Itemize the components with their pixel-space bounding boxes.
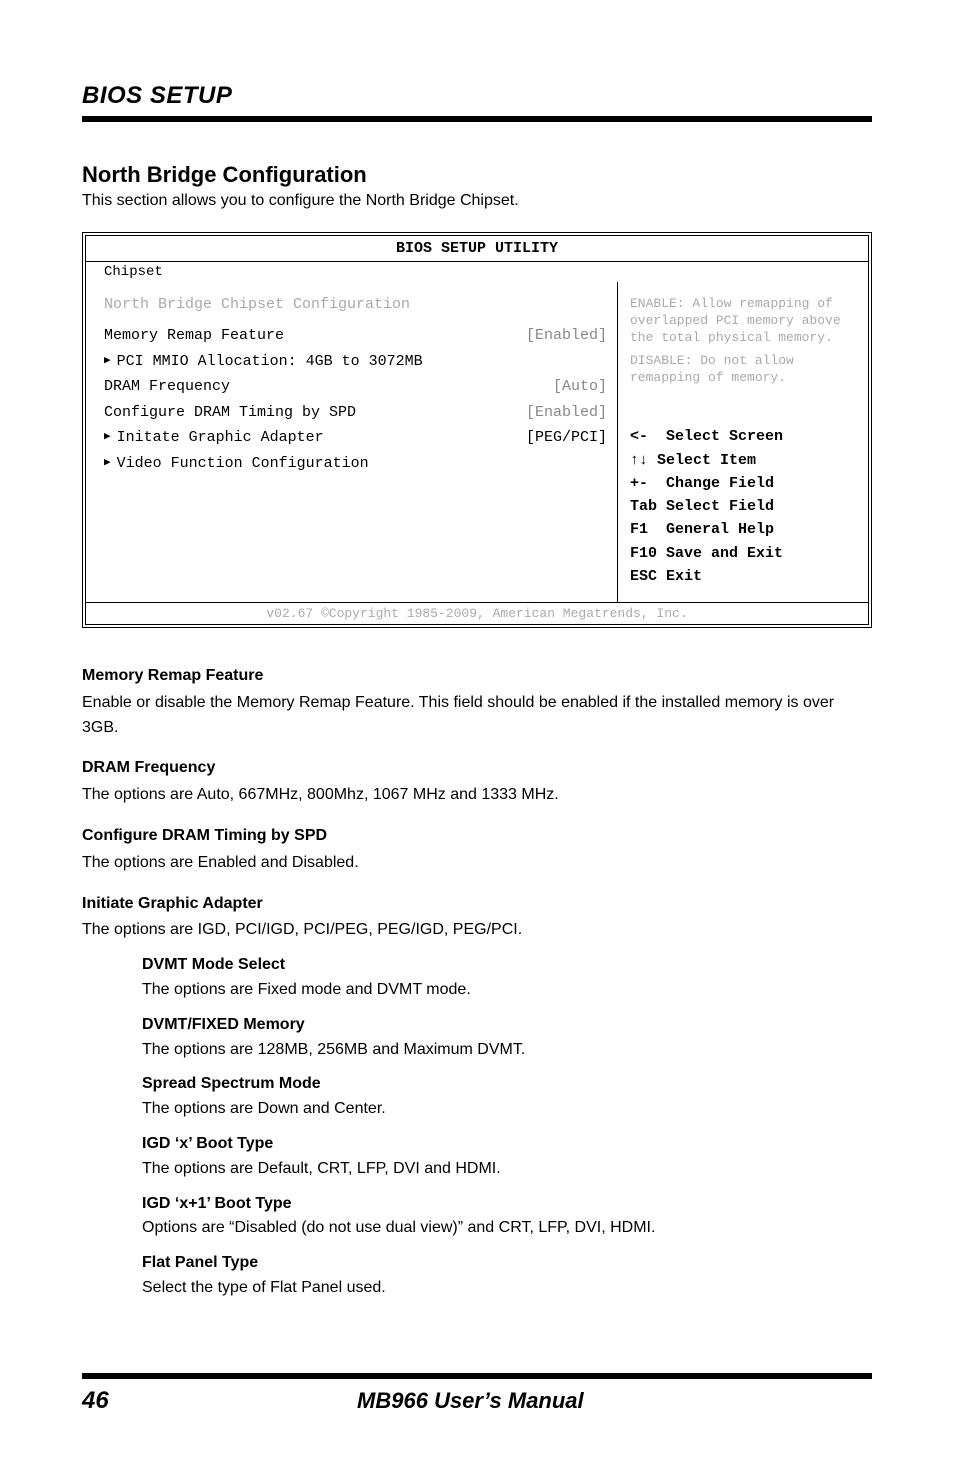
def-sub-title: IGD ‘x’ Boot Type xyxy=(142,1132,872,1157)
bios-item-label: DRAM Frequency xyxy=(104,374,230,400)
bios-item-label: PCI MMIO Allocation: 4GB to 3072MB xyxy=(117,349,423,375)
bios-body: North Bridge Chipset Configuration Memor… xyxy=(86,282,868,602)
bios-item-label: Initate Graphic Adapter xyxy=(117,425,520,451)
definitions: Memory Remap Feature Enable or disable t… xyxy=(82,664,872,1301)
bios-item-initiate-graphic[interactable]: ▶ Initate Graphic Adapter [PEG/PCI] xyxy=(104,425,607,451)
bios-item-value: [Auto] xyxy=(553,374,607,400)
def-body: The options are Auto, 667MHz, 800Mhz, 10… xyxy=(82,783,872,808)
bios-box: BIOS SETUP UTILITY Chipset North Bridge … xyxy=(82,232,872,628)
bios-item-value: [Enabled] xyxy=(526,323,607,349)
def-title: DRAM Frequency xyxy=(82,756,872,781)
def-sub-title: Flat Panel Type xyxy=(142,1251,872,1276)
bios-help-hint-bottom: DISABLE: Do not allow remapping of memor… xyxy=(630,353,856,387)
section-subtitle: This section allows you to configure the… xyxy=(82,192,872,210)
nested-definitions: DVMT Mode Select The options are Fixed m… xyxy=(82,953,872,1301)
def-sub-title: Spread Spectrum Mode xyxy=(142,1072,872,1097)
bios-title: BIOS SETUP UTILITY xyxy=(86,236,868,262)
def-title: Configure DRAM Timing by SPD xyxy=(82,824,872,849)
triangle-right-icon: ▶ xyxy=(104,352,111,371)
help-esc-exit: ESC Exit xyxy=(630,565,856,588)
header-rule xyxy=(82,116,872,122)
help-general-help: F1 General Help xyxy=(630,518,856,541)
def-sub-body: The options are Default, CRT, LFP, DVI a… xyxy=(142,1157,872,1182)
bios-tabs: Chipset xyxy=(86,262,868,282)
def-sub-body: Options are “Disabled (do not use dual v… xyxy=(142,1216,872,1241)
def-sub-body: Select the type of Flat Panel used. xyxy=(142,1276,872,1301)
bios-item-label: Video Function Configuration xyxy=(117,451,369,477)
bios-key-help: <- Select Screen ↑↓ Select Item +- Chang… xyxy=(630,425,856,588)
triangle-right-icon: ▶ xyxy=(104,428,111,447)
def-body: Enable or disable the Memory Remap Featu… xyxy=(82,691,872,741)
bios-item-video-func[interactable]: ▶ Video Function Configuration xyxy=(104,451,607,477)
bios-help-hint-top: ENABLE: Allow remapping of overlapped PC… xyxy=(630,296,856,347)
page-header-title: BIOS SETUP xyxy=(82,82,872,110)
def-sub-body: The options are 128MB, 256MB and Maximum… xyxy=(142,1038,872,1063)
def-body: The options are Enabled and Disabled. xyxy=(82,851,872,876)
bios-left-heading: North Bridge Chipset Configuration xyxy=(104,296,607,313)
bios-item-dram-spd[interactable]: Configure DRAM Timing by SPD [Enabled] xyxy=(104,400,607,426)
bios-tab-chipset[interactable]: Chipset xyxy=(104,264,163,280)
bios-item-value: [Enabled] xyxy=(526,400,607,426)
def-title: Memory Remap Feature xyxy=(82,664,872,689)
help-select-screen: <- Select Screen xyxy=(630,425,856,448)
bios-item-pci-mmio[interactable]: ▶ PCI MMIO Allocation: 4GB to 3072MB xyxy=(104,349,607,375)
help-select-item: ↑↓ Select Item xyxy=(630,449,856,472)
bios-item-value: [PEG/PCI] xyxy=(526,425,607,451)
bios-item-memory-remap[interactable]: Memory Remap Feature [Enabled] xyxy=(104,323,607,349)
bios-item-dram-freq[interactable]: DRAM Frequency [Auto] xyxy=(104,374,607,400)
help-save-exit: F10 Save and Exit xyxy=(630,542,856,565)
help-tab-select: Tab Select Field xyxy=(630,495,856,518)
def-sub-body: The options are Fixed mode and DVMT mode… xyxy=(142,978,872,1003)
footer-manual-title: MB966 User’s Manual xyxy=(357,1388,584,1414)
bios-item-label: Memory Remap Feature xyxy=(104,323,284,349)
triangle-right-icon: ▶ xyxy=(104,454,111,473)
def-body: The options are IGD, PCI/IGD, PCI/PEG, P… xyxy=(82,918,872,943)
def-sub-title: DVMT/FIXED Memory xyxy=(142,1013,872,1038)
footer-rule xyxy=(82,1373,872,1379)
def-title: Initiate Graphic Adapter xyxy=(82,892,872,917)
page-number: 46 xyxy=(82,1387,109,1415)
page-footer: 46 MB966 User’s Manual xyxy=(0,1373,954,1415)
bios-item-label: Configure DRAM Timing by SPD xyxy=(104,400,356,426)
help-change-field: +- Change Field xyxy=(630,472,856,495)
def-sub-title: IGD ‘x+1’ Boot Type xyxy=(142,1192,872,1217)
bios-footer-copyright: v02.67 ©Copyright 1985-2009, American Me… xyxy=(86,602,868,624)
section-title: North Bridge Configuration xyxy=(82,162,872,188)
bios-right-pane: ENABLE: Allow remapping of overlapped PC… xyxy=(618,282,868,602)
def-sub-body: The options are Down and Center. xyxy=(142,1097,872,1122)
bios-left-pane: North Bridge Chipset Configuration Memor… xyxy=(86,282,618,602)
def-sub-title: DVMT Mode Select xyxy=(142,953,872,978)
